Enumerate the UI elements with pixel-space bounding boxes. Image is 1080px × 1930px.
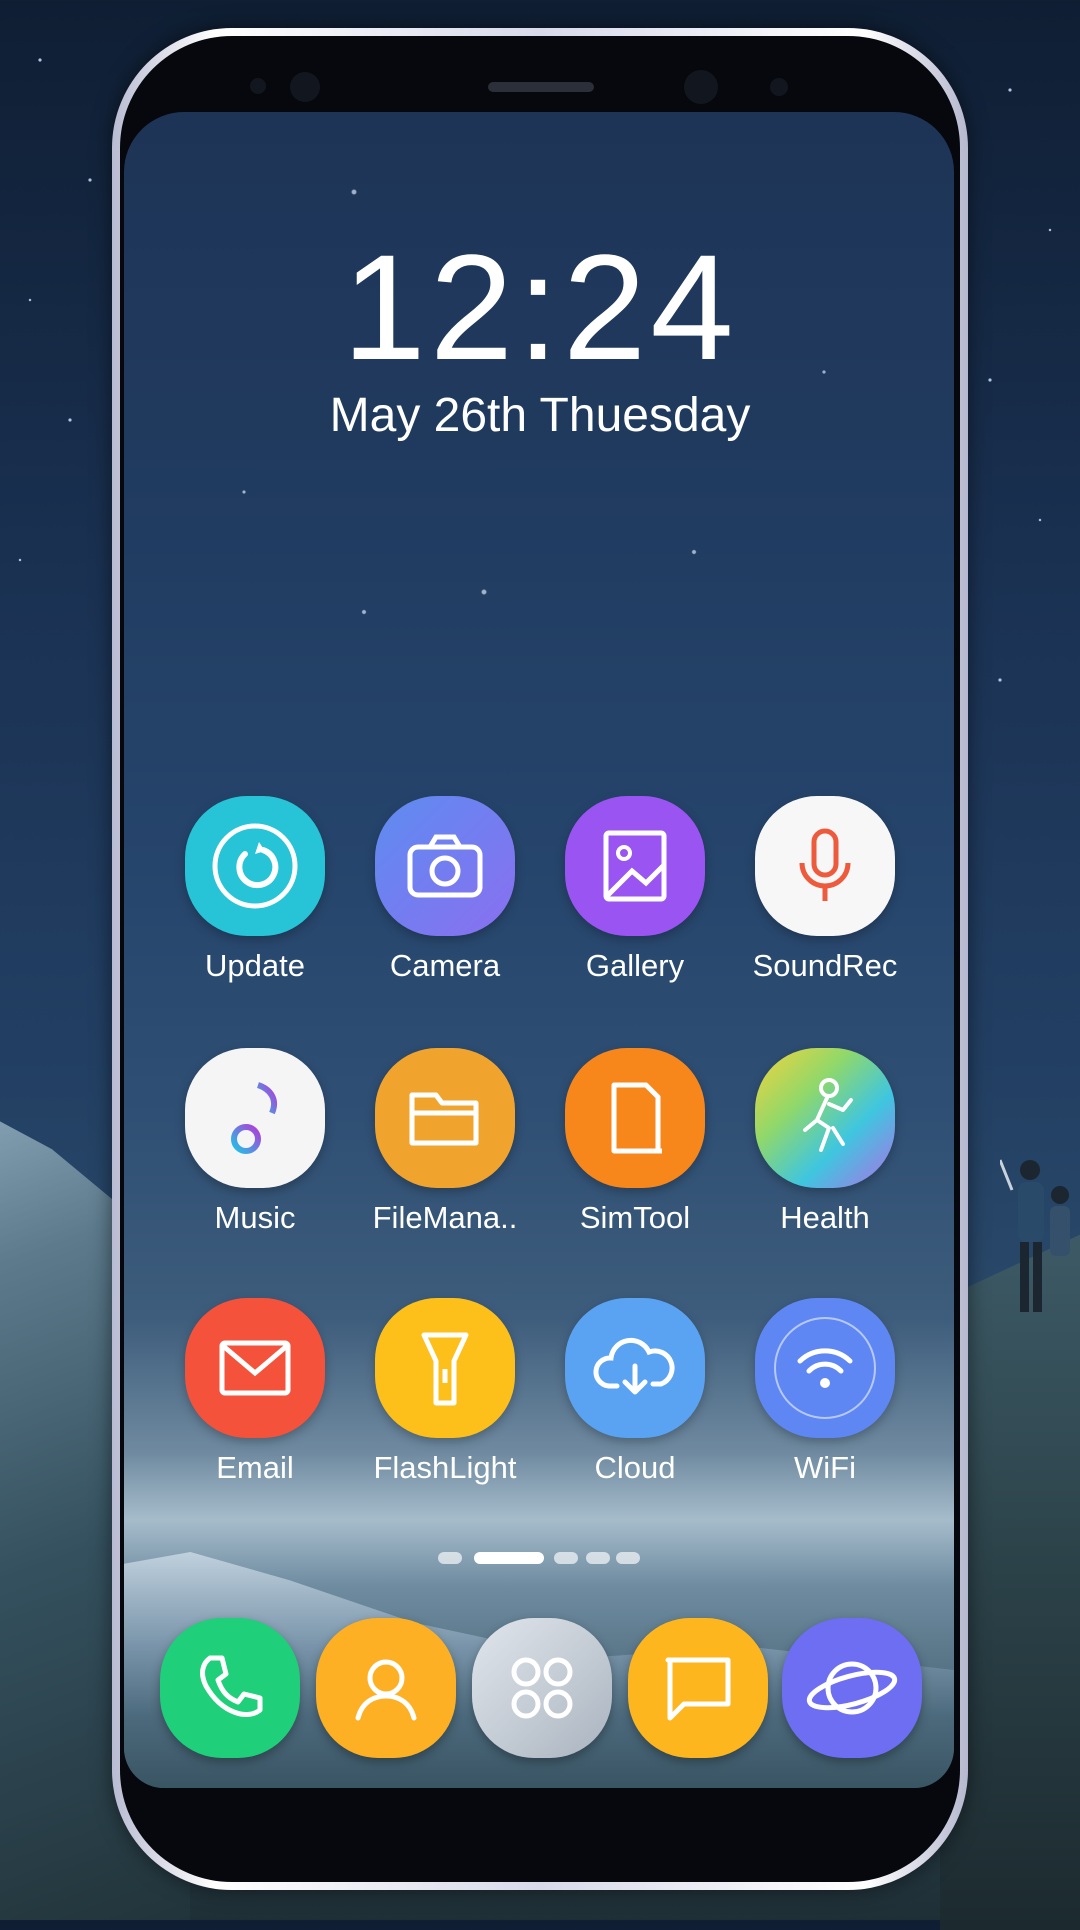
wallpaper-hikers <box>1000 1159 1070 1312</box>
page-dot[interactable] <box>438 1552 462 1564</box>
app-label: Health <box>780 1200 870 1235</box>
app-label: FileMana.. <box>372 1200 518 1235</box>
app-soundrec[interactable]: SoundRec <box>730 796 920 996</box>
dock-messages[interactable] <box>628 1618 768 1758</box>
page-indicator[interactable] <box>0 1552 1080 1564</box>
proximity-sensor <box>250 78 266 94</box>
health-runner-icon <box>755 1048 895 1188</box>
dock-contacts[interactable] <box>316 1618 456 1758</box>
app-label: Email <box>216 1450 294 1485</box>
app-label: Gallery <box>585 948 685 983</box>
camera-icon <box>375 796 515 936</box>
folder-icon <box>375 1048 515 1188</box>
update-icon <box>185 796 325 936</box>
phone-icon <box>200 1655 263 1717</box>
app-simtool[interactable]: SimTool <box>540 1048 730 1248</box>
microphone-icon <box>755 796 895 936</box>
app-label: SimTool <box>579 1200 691 1235</box>
app-flashlight[interactable]: FlashLight <box>350 1298 540 1498</box>
music-note-icon <box>185 1048 325 1188</box>
app-label: Camera <box>389 948 501 983</box>
light-sensor <box>770 78 788 96</box>
page-dot[interactable] <box>586 1552 610 1564</box>
app-label: SoundRec <box>752 948 898 983</box>
clock: 12:24 <box>342 223 738 391</box>
envelope-icon <box>185 1298 325 1438</box>
app-email[interactable]: Email <box>160 1298 350 1498</box>
date: May 26th Thuesday <box>329 389 751 442</box>
page-dot[interactable] <box>554 1552 578 1564</box>
dock-internet[interactable] <box>782 1618 922 1758</box>
app-camera[interactable]: Camera <box>350 796 540 996</box>
app-cloud[interactable]: Cloud <box>540 1298 730 1498</box>
messages-icon <box>665 1657 731 1721</box>
wifi-icon <box>755 1298 895 1438</box>
app-label: Update <box>205 948 305 983</box>
app-label: WiFi <box>794 1450 856 1485</box>
app-label: FlashLight <box>373 1450 517 1485</box>
flashlight-icon <box>375 1298 515 1438</box>
app-gallery[interactable]: Gallery <box>540 796 730 996</box>
app-drawer-icon <box>511 1657 573 1719</box>
cloud-sync-icon <box>565 1298 705 1438</box>
page-dot-active[interactable] <box>474 1552 544 1564</box>
page-dot[interactable] <box>616 1552 640 1564</box>
app-update[interactable]: Update <box>160 796 350 996</box>
earpiece <box>488 82 594 92</box>
gallery-icon <box>565 796 705 936</box>
sim-card-icon <box>565 1048 705 1188</box>
dock-app-drawer[interactable] <box>472 1618 612 1758</box>
app-label: Cloud <box>594 1450 676 1485</box>
contacts-icon <box>355 1659 417 1721</box>
app-label: Music <box>214 1200 296 1235</box>
app-wifi[interactable]: WiFi <box>730 1298 920 1498</box>
app-music[interactable]: Music <box>160 1048 350 1248</box>
internet-planet-icon <box>806 1661 898 1715</box>
iris-scanner <box>684 70 718 104</box>
app-health[interactable]: Health <box>730 1048 920 1248</box>
dock-phone[interactable] <box>160 1618 300 1758</box>
app-filemanager[interactable]: FileMana.. <box>350 1048 540 1248</box>
front-camera <box>290 72 320 102</box>
